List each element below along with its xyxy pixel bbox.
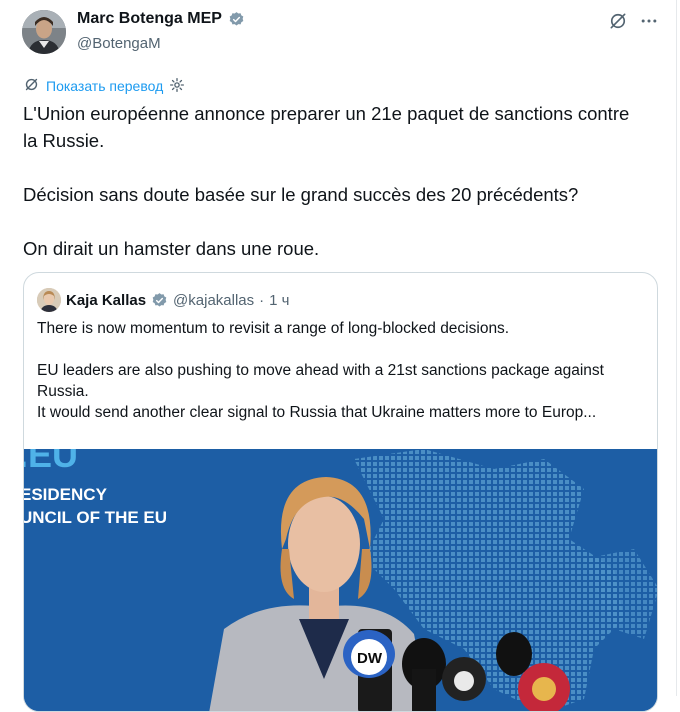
translate-link[interactable]: Показать перевод — [46, 78, 163, 94]
tweet-card: Marc Botenga MEP @BotengaM Показать пере… — [0, 0, 677, 712]
tweet-line: On dirait un hamster dans une roue. — [23, 238, 320, 259]
verified-badge-icon — [151, 292, 168, 309]
author-name[interactable]: Marc Botenga MEP — [77, 10, 222, 28]
tweet-line: L'Union européenne annonce preparer un 2… — [23, 103, 630, 124]
avatar[interactable] — [22, 10, 66, 54]
quote-media-image[interactable]: .EU ESIDENCY UNCIL OF THE EU DW — [24, 449, 657, 711]
quote-handle[interactable]: @kajakallas — [173, 292, 254, 309]
verified-badge-icon — [228, 11, 245, 28]
quote-text: There is now momentum to revisit a range… — [37, 318, 647, 423]
quote-time[interactable]: 1 ч — [269, 292, 289, 309]
quote-separator: · — [259, 291, 265, 309]
translate-icon — [23, 76, 40, 96]
tweet-text: L'Union européenne annonce preparer un 2… — [23, 100, 653, 262]
tweet-line: Décision sans doute basée sur le grand s… — [23, 184, 579, 205]
more-icon[interactable] — [638, 10, 660, 32]
quote-line: There is now momentum to revisit a range… — [37, 320, 510, 337]
author-handle[interactable]: @BotengaM — [77, 35, 161, 52]
settings-gear-icon[interactable] — [169, 77, 185, 96]
quote-line: EU leaders are also pushing to move ahea… — [37, 362, 604, 379]
banner-text: .EU — [24, 449, 78, 475]
quoted-tweet[interactable]: Kaja Kallas @kajakallas · 1 ч There is n… — [23, 272, 658, 712]
mic-logo: DW — [357, 650, 383, 667]
quote-avatar[interactable] — [37, 288, 61, 312]
banner-text: UNCIL OF THE EU — [24, 508, 167, 527]
quote-line: It would send another clear signal to Ru… — [37, 404, 597, 421]
tweet-line: la Russie. — [23, 130, 105, 151]
grok-icon[interactable] — [607, 10, 629, 32]
quote-author-name[interactable]: Kaja Kallas — [66, 292, 146, 309]
banner-text: ESIDENCY — [24, 485, 108, 504]
quote-line: Russia. — [37, 383, 89, 400]
